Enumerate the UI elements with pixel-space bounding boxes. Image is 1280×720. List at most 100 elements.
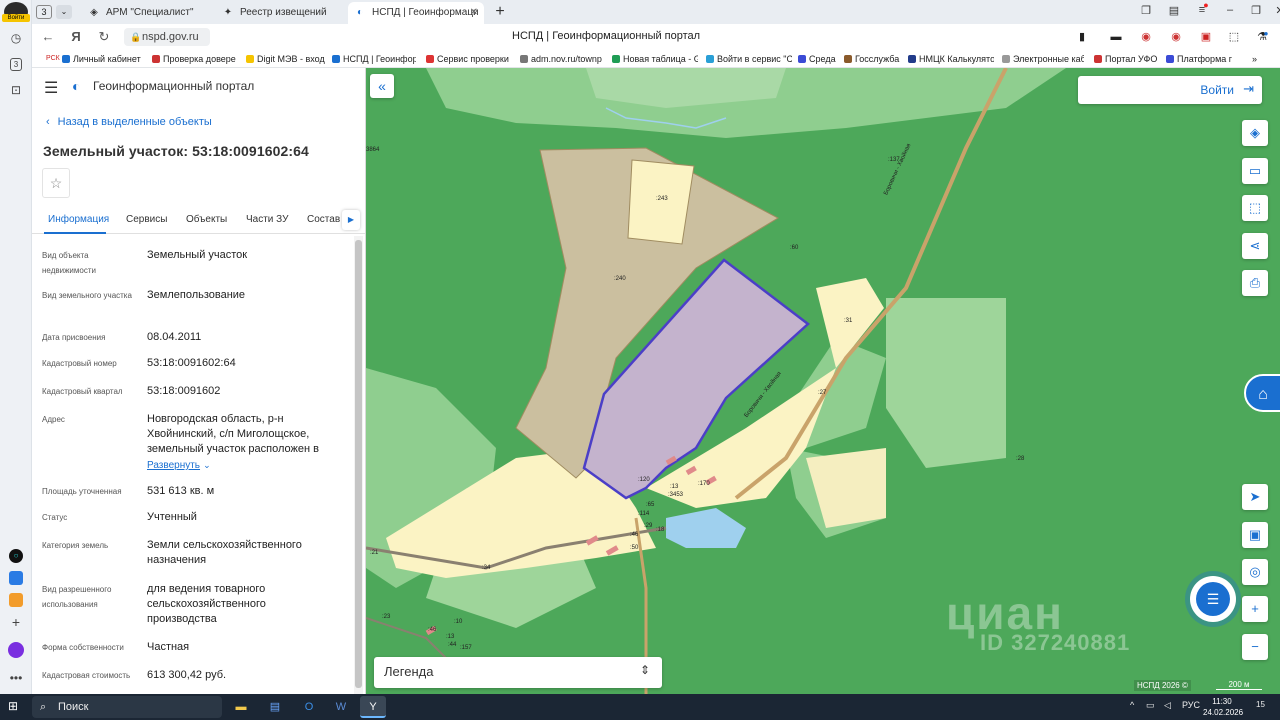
bookmark-item[interactable]: Digit МЭВ - вход [246, 53, 328, 65]
tabs-count-icon[interactable]: 3 [6, 54, 26, 74]
extension-icon-3[interactable]: ▣ [1198, 29, 1214, 45]
tab-information[interactable]: Информация [48, 214, 109, 225]
field-value: 531 613 кв. м [147, 485, 215, 497]
tabs-scroll-right-icon[interactable]: ▶ [342, 210, 360, 230]
tabs-dropdown-icon[interactable]: ⌄ [56, 5, 72, 19]
screenshot-icon[interactable]: ⊡ [6, 80, 26, 100]
bookmark-item[interactable]: Госслужба [844, 53, 906, 65]
area-select-icon[interactable]: ⬚ [1242, 195, 1268, 221]
bookmark-item[interactable]: Проверка довере [152, 53, 240, 65]
bookmark-item[interactable]: Электронные каб [1002, 53, 1084, 65]
bookmarks-bar: РСК Личный кабинет Проверка довере Digit… [32, 50, 1280, 68]
favorite-star-icon[interactable]: ☆ [42, 168, 70, 198]
tab-parts[interactable]: Части ЗУ [246, 214, 288, 225]
field-label: Дата присвоения [42, 333, 106, 342]
print-icon[interactable]: ⎙ [1242, 270, 1268, 296]
bookmark-item[interactable]: Портал УФО [1094, 53, 1158, 65]
extension-icon-4[interactable]: ⬚ [1226, 29, 1242, 45]
zoom-in-button[interactable]: + [1242, 596, 1268, 622]
tab-objects[interactable]: Объекты [186, 214, 227, 225]
bookmark-item[interactable]: НСПД | Геоинфор [332, 53, 416, 65]
tab-arm[interactable]: ◈ АРМ "Специалист" [82, 2, 212, 24]
login-button[interactable]: Войти ⇥ [1078, 76, 1262, 104]
bookmark-item[interactable]: Личный кабинет [62, 53, 146, 65]
assistant-button[interactable]: ⌂ [1244, 374, 1280, 412]
minimize-icon[interactable]: – [1222, 4, 1238, 16]
windows-start-icon[interactable]: ⊞ [8, 699, 22, 713]
field-value: Новгородская область, р-н Хвойнинский, с… [147, 413, 319, 455]
hamburger-menu-icon[interactable]: ☰ [44, 78, 58, 98]
reader-icon[interactable]: ▬ [1108, 29, 1124, 45]
tab-nspd[interactable]: ◐ НСПД | Геоинформаци ✕ [348, 2, 484, 24]
lock-icon: 🔒 [130, 32, 142, 42]
history-icon[interactable]: ◷ [6, 28, 26, 48]
alice-pro-icon[interactable] [6, 640, 26, 660]
taskbar-search[interactable]: ⌕ Поиск [32, 696, 222, 718]
tray-chevron-icon[interactable]: ^ [1130, 700, 1134, 710]
tab-composition[interactable]: Состав [307, 214, 340, 225]
bookmark-item[interactable]: Войти в сервис "С [706, 53, 792, 65]
bookmark-item[interactable]: Новая таблица - G [612, 53, 698, 65]
add-icon[interactable]: + [6, 612, 26, 632]
bookmark-icon[interactable]: ▮ [1074, 29, 1090, 45]
map-copyright: НСПД 2026 © [1134, 680, 1191, 691]
outlook-app-icon[interactable]: O [296, 696, 322, 718]
bookmark-item[interactable]: НМЦК Калькулято [908, 53, 994, 65]
notifications-icon[interactable]: ▤ [1166, 4, 1182, 17]
expand-link[interactable]: Развернуть ⌄ [147, 458, 347, 473]
app-icon[interactable]: ▤ [262, 696, 288, 718]
field-value: 08.04.2011 [147, 331, 202, 343]
close-tab-icon[interactable]: ✕ [470, 2, 478, 24]
share-icon[interactable]: ⋖ [1242, 233, 1268, 259]
language-indicator[interactable]: РУС [1182, 700, 1200, 710]
extension-icon-2[interactable]: ◉ [1168, 29, 1184, 45]
tab-registry[interactable]: ✦ Реестр извещений [216, 2, 346, 24]
collapse-panel-button[interactable]: « [370, 74, 394, 98]
notification-center-badge[interactable]: 15 [1256, 700, 1265, 709]
parcel-label: :50 [630, 545, 639, 551]
minimap-icon[interactable]: ▣ [1242, 522, 1268, 548]
url-field[interactable]: 🔒 nspd.gov.ru [124, 28, 210, 46]
tab-counter[interactable]: 3 [36, 5, 52, 19]
clock[interactable]: 11:30 24.02.2026 [1203, 696, 1243, 718]
bookmark-item[interactable]: Сервис проверки [426, 53, 510, 65]
new-tab-button[interactable]: + [490, 2, 510, 22]
messenger-icon[interactable] [6, 568, 26, 588]
locate-icon[interactable]: ◎ [1242, 559, 1268, 585]
word-app-icon[interactable]: W [328, 696, 354, 718]
yandex-browser-app-icon[interactable]: Y [360, 696, 386, 718]
watermark-id: ID 327240881 [980, 630, 1131, 655]
explorer-app-icon[interactable]: ▬ [228, 696, 254, 718]
yandex-icon[interactable]: Я [68, 29, 84, 45]
bookmark-item[interactable]: Платформа г [1166, 53, 1242, 65]
restore-icon[interactable]: ❐ [1248, 4, 1264, 17]
panel-scroll-thumb[interactable] [355, 240, 362, 688]
legend-toggle[interactable]: Легенда ⇕ [374, 657, 662, 688]
more-icon[interactable]: ••• [6, 668, 26, 688]
collections-icon[interactable]: ❐ [1138, 4, 1154, 17]
zoom-out-button[interactable]: − [1242, 634, 1268, 660]
more-bookmarks-icon[interactable]: » [1252, 53, 1276, 65]
tab-services[interactable]: Сервисы [126, 214, 167, 225]
navigate-icon[interactable]: ➤ [1242, 484, 1268, 510]
volume-icon[interactable]: ◁ [1164, 700, 1171, 711]
notes-icon[interactable] [6, 590, 26, 610]
bookmark-item[interactable]: adm.nov.ru/townp [520, 53, 602, 65]
close-window-icon[interactable]: ✕ [1272, 4, 1280, 17]
login-badge[interactable]: Войти [2, 14, 30, 22]
map-area[interactable]: :243 :240 :60 :137 :31 :27 :28 :120 :13 … [366, 68, 1280, 694]
chat-button[interactable]: ☰ [1190, 576, 1236, 622]
extension-icon[interactable]: ◉ [1138, 29, 1154, 45]
network-icon[interactable]: ▭ [1146, 700, 1155, 711]
bookmark-label: Платформа г [1177, 54, 1233, 64]
back-icon[interactable]: ← [40, 29, 56, 45]
back-to-selected-link[interactable]: ‹ Назад в выделенные объекты [46, 116, 212, 128]
alice-icon[interactable]: ○ [6, 546, 26, 566]
map-canvas [366, 68, 1280, 694]
parcel-label: :120 [638, 477, 650, 483]
ruler-icon[interactable]: ▭ [1242, 158, 1268, 184]
reload-icon[interactable]: ↻ [96, 29, 112, 45]
bookmark-item[interactable]: Среда [798, 53, 836, 65]
layers-icon[interactable]: ◈ [1242, 120, 1268, 146]
tab-label: АРМ "Специалист" [106, 7, 194, 18]
